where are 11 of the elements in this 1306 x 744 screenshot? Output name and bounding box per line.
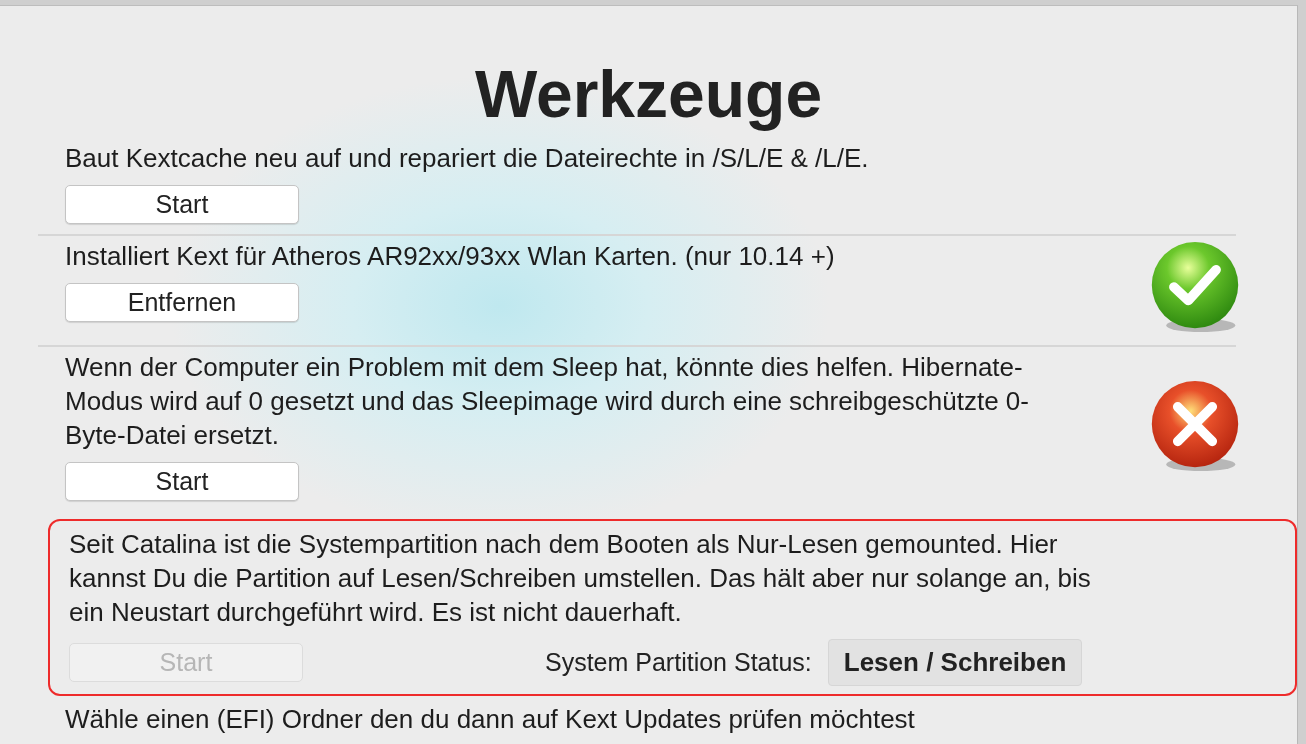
start-button[interactable]: Entfernen [65, 283, 299, 322]
start-button[interactable]: Start [65, 462, 299, 501]
window-title: Werkzeuge [473, 56, 824, 132]
partition-status-value: Lesen / Schreiben [827, 639, 1083, 686]
partition-status-label: System Partition Status: [545, 648, 812, 677]
start-button[interactable]: Start [65, 185, 299, 224]
tool-description: Wenn der Computer ein Problem mit dem Sleep hat, könnte dies helfen. Hibernate-Modus wird auf 0 gesetzt und das Sleepimage wird durch eine schreibgeschützte 0-Byte-Datei ersetzt. [65, 351, 1030, 452]
tool-description: Installiert Kext für Atheros AR92xx/93xx Wlan Karten. (nur 10.14 +) [65, 240, 836, 273]
tool-description: Wähle einen (EFI) Ordner den du dann auf Kext Updates prüfen möchtest [65, 706, 916, 732]
tool-description: Seit Catalina ist die Systempartition nach dem Booten als Nur-Lesen gemounted. Hier kannst Du die Partition auf Lesen/Schreiben umstellen. Das hält aber nur solange an, bis ein Neustart durchgeführt wird. Es ist nicht dauerhaft. [69, 528, 1092, 629]
tool-description: Baut Kextcache neu auf und repariert die Dateirechte in /S/L/E & /L/E. [65, 142, 870, 175]
